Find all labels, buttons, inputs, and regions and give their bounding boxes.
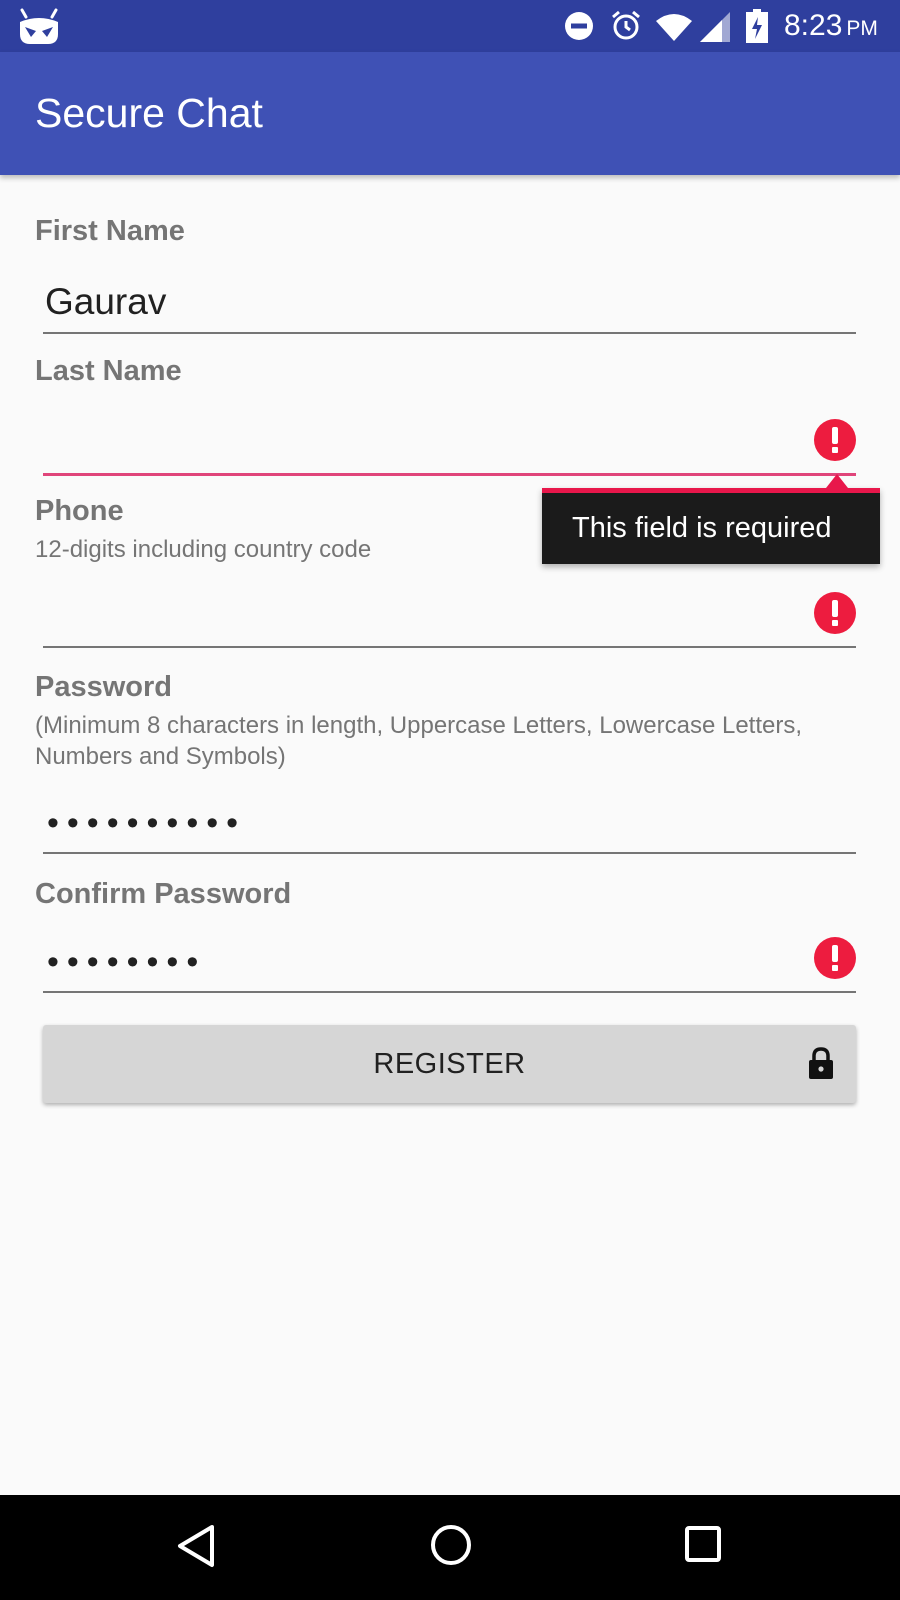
error-message: This field is required bbox=[572, 512, 832, 544]
register-button[interactable]: REGISTER bbox=[43, 1025, 856, 1103]
error-icon[interactable] bbox=[814, 937, 856, 979]
phone-hint: 12-digits including country code bbox=[35, 536, 372, 563]
phone-field[interactable] bbox=[43, 578, 856, 648]
confirm-password-masked-value: •••••••• bbox=[47, 943, 207, 981]
app-bar: Secure Chat bbox=[0, 52, 900, 175]
do-not-disturb-icon bbox=[565, 12, 593, 40]
alarm-icon bbox=[612, 10, 640, 40]
first-name-label: First Name bbox=[35, 215, 185, 247]
confirm-password-field[interactable]: •••••••• bbox=[43, 923, 856, 993]
tooltip-arrow bbox=[826, 474, 848, 488]
first-name-field[interactable]: Gaurav bbox=[43, 264, 856, 334]
error-icon[interactable] bbox=[814, 419, 856, 461]
cyanogen-robot-icon bbox=[20, 8, 58, 44]
first-name-value: Gaurav bbox=[45, 281, 167, 322]
password-label: Password bbox=[35, 671, 172, 703]
register-button-label: REGISTER bbox=[373, 1048, 526, 1080]
app-title: Secure Chat bbox=[35, 90, 263, 136]
wifi-icon bbox=[656, 14, 692, 41]
back-icon[interactable] bbox=[176, 1524, 216, 1568]
password-field[interactable]: •••••••••• bbox=[43, 784, 856, 854]
status-time: 8:23 PM bbox=[784, 9, 878, 42]
cell-signal-icon bbox=[700, 12, 730, 42]
status-bar: 8:23 PM bbox=[0, 0, 900, 52]
password-masked-value: •••••••••• bbox=[47, 804, 247, 842]
recents-icon[interactable] bbox=[684, 1525, 722, 1563]
navigation-bar bbox=[0, 1495, 900, 1600]
password-hint: (Minimum 8 characters in length, Upperca… bbox=[35, 712, 803, 770]
status-time-ampm: PM bbox=[846, 17, 878, 40]
home-icon[interactable] bbox=[429, 1523, 473, 1567]
battery-icon bbox=[746, 9, 768, 43]
confirm-password-label: Confirm Password bbox=[35, 878, 292, 910]
last-name-field[interactable] bbox=[43, 406, 856, 476]
phone-label: Phone bbox=[35, 495, 124, 527]
error-icon[interactable] bbox=[814, 592, 856, 634]
lock-icon bbox=[809, 1047, 833, 1079]
error-tooltip: This field is required bbox=[542, 474, 880, 564]
last-name-label: Last Name bbox=[35, 355, 182, 387]
